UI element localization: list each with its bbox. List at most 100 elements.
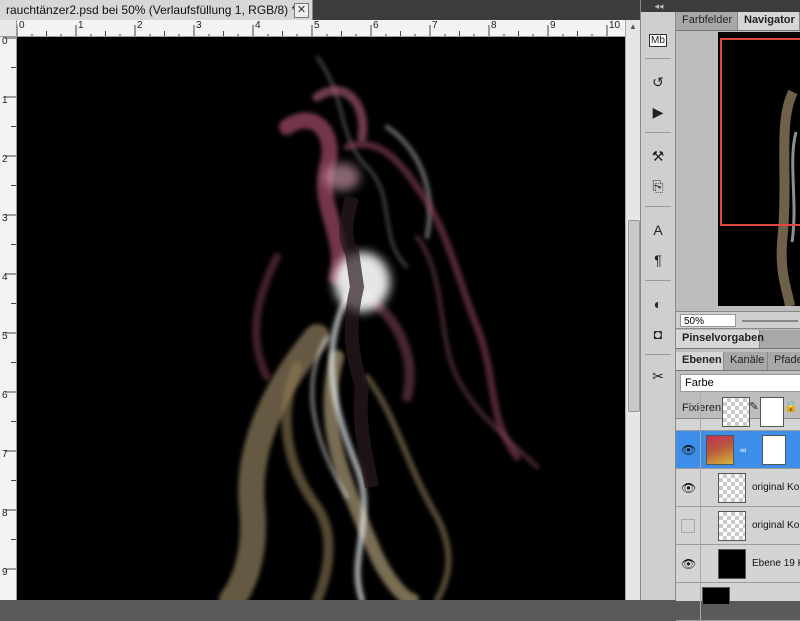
layer-thumbnail: [718, 473, 746, 503]
dock-divider: [645, 206, 671, 207]
ruler-label: 0: [2, 37, 8, 47]
tool-presets-glyph: ⚒: [651, 147, 665, 164]
masks-glyph: ◘: [653, 326, 663, 342]
visibility-column: [700, 583, 701, 620]
mini-bridge-glyph: Mb: [649, 33, 667, 47]
eye-icon[interactable]: 👁: [681, 557, 696, 571]
masks-icon[interactable]: ◘: [647, 324, 669, 344]
zoom-slider[interactable]: [742, 320, 798, 322]
tab-farbfelder[interactable]: Farbfelder: [676, 12, 738, 30]
mini-bridge-icon[interactable]: Mb: [647, 30, 669, 50]
character-icon[interactable]: A: [647, 220, 669, 240]
ruler-label: 5: [2, 331, 8, 342]
layer-row[interactable]: 👁 Ebene 19 K: [676, 545, 800, 583]
document-tab[interactable]: rauchtänzer2.psd bei 50% (Verlaufsfüllun…: [0, 0, 313, 20]
ruler-label: 8: [2, 508, 8, 519]
actions-glyph: ▶: [652, 103, 664, 120]
layer-thumbnail: [718, 511, 746, 541]
layer-mask-thumbnail: [760, 397, 784, 427]
tools-icon[interactable]: ✂: [647, 366, 669, 386]
tab-navigator[interactable]: Navigator: [738, 12, 800, 30]
dock-divider: [645, 58, 671, 59]
tool-presets-icon[interactable]: ⚒: [647, 146, 669, 166]
ruler-label: 4: [2, 272, 8, 283]
zoom-input[interactable]: 50%: [680, 314, 736, 327]
ruler-label: 2: [2, 154, 8, 165]
layer-thumbnail: [722, 397, 750, 427]
history-glyph: ↺: [652, 73, 664, 90]
tools-glyph: ✂: [652, 367, 664, 384]
layers-list: 👁 ∞ 👁 original Ko original Ko 👁 Ebene 19…: [676, 393, 800, 621]
history-icon[interactable]: ↺: [647, 72, 669, 92]
panel-dock-icons: ◂◂ Mb ↺ ▶ ⚒ ⎘ A ¶ ◐ ◘ ✂: [640, 0, 677, 600]
layer-row-selected[interactable]: 👁 ∞: [676, 431, 800, 469]
ruler-origin[interactable]: [0, 20, 17, 37]
layer-thumbnail: [718, 549, 746, 579]
gradient-fill-thumbnail: [706, 435, 734, 465]
layer-row[interactable]: 👁 original Ko: [676, 469, 800, 507]
close-tab-icon[interactable]: ✕: [294, 3, 309, 18]
tab-ebenen[interactable]: Ebenen: [676, 352, 724, 370]
vertical-scrollbar[interactable]: ▲: [625, 20, 640, 600]
ruler-label: 9: [2, 567, 8, 578]
ruler-label: 5: [314, 20, 320, 31]
navigator-zoom-bar: 50%: [676, 311, 800, 329]
character-glyph: A: [653, 222, 663, 238]
ruler-label: 10: [609, 20, 621, 31]
ruler-label: 6: [2, 390, 8, 401]
paragraph-glyph: ¶: [654, 252, 662, 268]
dock-divider: [645, 280, 671, 281]
ruler-label: 1: [2, 95, 8, 106]
panel-header-strip: [676, 0, 800, 12]
link-chain-icon[interactable]: ∞: [740, 445, 746, 455]
eye-icon[interactable]: 👁: [681, 481, 696, 495]
right-panel-group: Farbfelder Navigator 50% Pinselvorgaben …: [676, 0, 800, 621]
tab-pfade[interactable]: Pfade: [768, 352, 800, 370]
visibility-column: [700, 469, 701, 506]
layer-mask-thumbnail: [762, 435, 786, 465]
tab-pinselvorgaben[interactable]: Pinselvorgaben: [676, 330, 764, 348]
scroll-up-icon[interactable]: ▲: [627, 22, 639, 34]
visibility-column: [700, 393, 701, 430]
ruler-label: 2: [137, 20, 143, 31]
visibility-column: [700, 545, 701, 582]
ruler-label: 7: [432, 20, 438, 31]
layer-row[interactable]: [676, 393, 800, 431]
collapse-dock-icon[interactable]: ◂◂: [641, 0, 677, 12]
ruler-ticks-top: [17, 25, 608, 36]
paragraph-icon[interactable]: ¶: [647, 250, 669, 270]
ruler-label: 3: [2, 213, 8, 224]
visibility-column: [700, 507, 701, 544]
horizontal-ruler[interactable]: 0 1 2 3 4 5 6 7 8 9 10: [17, 20, 625, 37]
clone-source-glyph: ⎘: [652, 177, 664, 194]
ruler-label: 7: [2, 449, 8, 460]
eye-off-icon[interactable]: [681, 519, 695, 533]
ruler-label: 9: [550, 20, 556, 31]
blend-mode-select[interactable]: Farbe: [680, 374, 800, 392]
layers-tab-bar: Ebenen Kanäle Pfade: [676, 352, 800, 371]
visibility-column: [700, 431, 701, 468]
brush-presets-tab-bar: Pinselvorgaben: [676, 330, 800, 349]
document-tab-bar: rauchtänzer2.psd bei 50% (Verlaufsfüllun…: [0, 0, 640, 21]
eye-icon[interactable]: 👁: [681, 443, 696, 457]
actions-icon[interactable]: ▶: [647, 102, 669, 122]
dock-divider: [645, 132, 671, 133]
layer-thumbnail: [702, 587, 730, 605]
layer-row[interactable]: original Ko: [676, 507, 800, 545]
vertical-ruler[interactable]: 0 1 2 3 4 5 6 7 8 9: [0, 37, 17, 600]
ruler-label: 0: [19, 20, 25, 31]
navigator-tab-bar: Farbfelder Navigator: [676, 12, 800, 31]
document-title: rauchtänzer2.psd bei 50% (Verlaufsfüllun…: [6, 3, 297, 17]
navigator-view-frame[interactable]: [720, 38, 800, 226]
adjustments-icon[interactable]: ◐: [647, 294, 669, 314]
ruler-label: 6: [373, 20, 379, 31]
dock-divider: [645, 354, 671, 355]
scrollbar-thumb[interactable]: [628, 220, 640, 412]
layer-name: original Ko: [752, 520, 800, 531]
ruler-label: 4: [255, 20, 261, 31]
clone-source-icon[interactable]: ⎘: [647, 176, 669, 196]
layer-name: Ebene 19 K: [752, 558, 800, 569]
layer-row[interactable]: [676, 583, 800, 621]
document-canvas[interactable]: [17, 37, 625, 600]
tab-kanaele[interactable]: Kanäle: [724, 352, 768, 370]
